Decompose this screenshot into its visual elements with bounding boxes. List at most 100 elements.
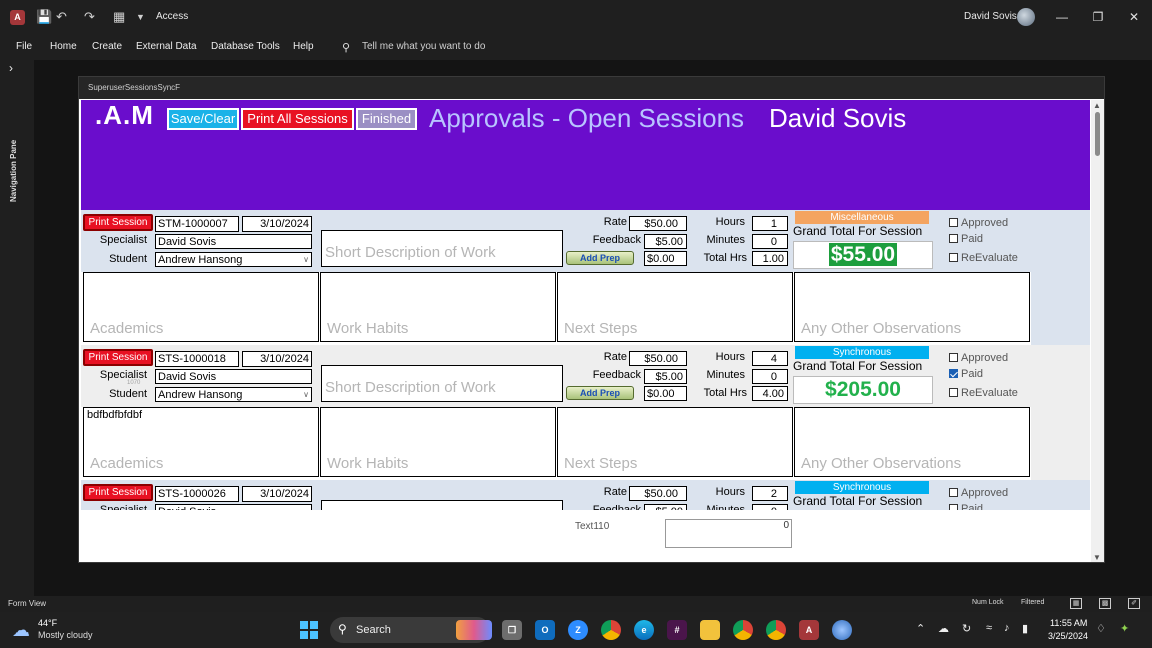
weather-cloud-icon[interactable]: ☁ [12,620,30,641]
form-view-icon[interactable]: ▦ [1070,598,1082,609]
redo-icon[interactable]: ↷ [84,9,95,25]
academics-field[interactable]: bdfbdfbfdbf Academics [83,407,319,477]
paid-checkbox[interactable]: Paid [949,502,983,510]
prep-field[interactable]: $0.00 [644,251,687,266]
hours-field[interactable]: 1 [752,216,788,231]
print-all-sessions-button[interactable]: Print All Sessions [241,108,354,130]
student-combo[interactable]: Andrew Hansong ∨ [155,387,312,402]
access-taskbar-icon[interactable]: A [799,620,819,640]
short-description-field[interactable]: Short Description of Work [321,365,563,402]
checkbox-box[interactable] [949,234,958,243]
edge-icon[interactable]: e [634,620,654,640]
work-habits-field[interactable]: Work Habits [320,272,556,342]
checkbox-box[interactable] [949,488,958,497]
checkbox-box[interactable] [949,388,958,397]
print-session-button[interactable]: Print Session [83,484,153,501]
datasheet-view-icon[interactable]: ▩ [1099,598,1111,609]
finished-button[interactable]: Finished [356,108,417,130]
short-description-field[interactable]: Short Description of Work [321,230,563,267]
session-date-field[interactable]: 3/10/2024 [242,216,312,232]
clock-time[interactable]: 11:55 AM [1050,618,1087,628]
hours-field[interactable]: 2 [752,486,788,501]
session-date-field[interactable]: 3/10/2024 [242,351,312,367]
close-icon[interactable]: ✕ [1124,8,1144,26]
file-explorer-icon[interactable] [700,620,720,640]
feedback-field[interactable]: $5.00 [644,369,687,384]
print-session-button[interactable]: Print Session [83,214,153,231]
approved-checkbox[interactable]: Approved [949,216,1008,230]
paid-checkbox[interactable]: Paid [949,367,983,381]
clock-date[interactable]: 3/25/2024 [1048,631,1088,641]
minutes-field[interactable]: 0 [752,369,788,384]
design-view-icon[interactable]: ✐ [1128,598,1140,609]
form-tab-title[interactable]: SuperuserSessionsSyncF [79,77,1104,99]
checkbox-box[interactable] [949,369,958,378]
copilot-icon[interactable]: ✦ [1120,622,1129,635]
specialist-field[interactable]: David Sovis [155,369,312,384]
form-view-icon[interactable]: ▦ [113,9,125,25]
scroll-thumb[interactable] [1095,112,1100,156]
add-prep-button[interactable]: Add Prep [566,251,634,265]
chrome-profile-2-icon[interactable] [766,620,786,640]
chrome-profile-icon[interactable] [733,620,753,640]
approved-checkbox[interactable]: Approved [949,351,1008,365]
hours-field[interactable]: 4 [752,351,788,366]
prep-field[interactable]: $0.00 [644,386,687,401]
start-windows-icon[interactable] [300,621,318,639]
next-steps-field[interactable]: Next Steps [557,272,793,342]
chevron-up-icon[interactable]: ⌃ [916,622,925,635]
battery-icon[interactable]: ▮ [1022,622,1028,635]
grand-total-field[interactable]: $205.00 [793,376,933,404]
minutes-field[interactable]: 0 [752,234,788,249]
slack-icon[interactable]: # [667,620,687,640]
approved-checkbox[interactable]: Approved [949,486,1008,500]
save-clear-button[interactable]: Save/Clear [167,108,239,130]
session-date-field[interactable]: 3/10/2024 [242,486,312,502]
short-description-field[interactable]: Short Description of Work [321,500,563,510]
volume-icon[interactable]: ♪ [1004,622,1010,634]
vertical-scrollbar[interactable]: ▲ ▼ [1091,100,1104,562]
feedback-field[interactable]: $5.00 [644,234,687,249]
chevron-right-icon[interactable]: › [9,61,13,75]
checkbox-box[interactable] [949,253,958,262]
rate-field[interactable]: $50.00 [629,351,687,366]
minimize-icon[interactable]: — [1052,8,1072,26]
reevaluate-checkbox[interactable]: ReEvaluate [949,386,1018,400]
navigation-pane-label[interactable]: Navigation Pane [9,140,18,202]
tab-create[interactable]: Create [92,41,122,52]
add-prep-button[interactable]: Add Prep [566,386,634,400]
reevaluate-checkbox[interactable]: ReEvaluate [949,251,1018,265]
session-id-field[interactable]: STS-1000018 [155,351,239,367]
tab-database-tools[interactable]: Database Tools [211,41,280,52]
print-session-button[interactable]: Print Session [83,349,153,366]
search-highlight-icon[interactable] [456,620,492,640]
total-hours-field[interactable]: 4.00 [752,386,788,401]
rate-field[interactable]: $50.00 [629,486,687,501]
tab-external-data[interactable]: External Data [136,41,197,52]
checkbox-box[interactable] [949,353,958,362]
save-icon[interactable]: 💾 [36,9,52,25]
undo-icon[interactable]: ↶ [56,9,67,25]
tab-home[interactable]: Home [50,41,77,52]
account-avatar[interactable] [1017,8,1035,26]
tell-me-box[interactable]: Tell me what you want to do [362,41,485,52]
customize-toolbar-icon[interactable]: ▼ [136,9,145,25]
tab-help[interactable]: Help [293,41,314,52]
chrome-icon[interactable] [601,620,621,640]
weather-description[interactable]: Mostly cloudy [38,630,93,640]
sync-icon[interactable]: ↻ [962,622,971,635]
notification-bell-icon[interactable]: ♢ [1096,622,1106,635]
specialist-field[interactable]: David Sovis [155,234,312,249]
grand-total-field[interactable]: $55.00 [793,241,933,269]
student-combo[interactable]: Andrew Hansong ∨ [155,252,312,267]
other-observations-field[interactable]: Any Other Observations [794,272,1030,342]
session-id-field[interactable]: STS-1000026 [155,486,239,502]
navigation-pane[interactable]: › Navigation Pane [0,60,30,596]
paid-checkbox[interactable]: Paid [949,232,983,246]
chevron-down-icon[interactable]: ∨ [303,253,309,266]
other-observations-field[interactable]: Any Other Observations [794,407,1030,477]
restore-icon[interactable]: ❐ [1088,8,1108,26]
tab-file[interactable]: File [16,41,32,52]
checkbox-box[interactable] [949,218,958,227]
outlook-icon[interactable]: O [535,620,555,640]
